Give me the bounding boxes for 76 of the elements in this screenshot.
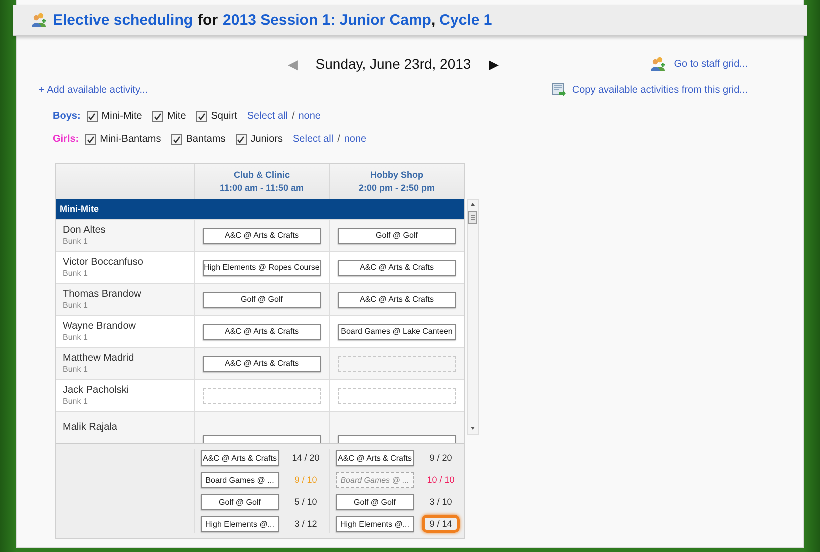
checkbox-label[interactable]: Bantams (186, 134, 226, 145)
column-time: 2:00 pm - 2:50 pm (358, 183, 436, 193)
people-icon (650, 56, 666, 72)
checkbox[interactable] (85, 134, 96, 145)
activity-chip[interactable]: Golf @ Golf (336, 494, 414, 510)
checkbox-label[interactable]: Squirt (211, 111, 238, 122)
checkbox[interactable] (236, 134, 247, 145)
activity-chip[interactable]: Golf @ Golf (201, 494, 279, 510)
date-label: Sunday, June 23rd, 2013 (316, 56, 472, 72)
activity-chip[interactable]: Golf @ Golf (338, 228, 456, 244)
activity-chip[interactable]: Golf @ Golf (203, 292, 321, 308)
camper-name: Don Altes (63, 225, 106, 236)
title-separator: , (431, 12, 436, 28)
select-none-link[interactable]: none (298, 111, 321, 122)
activity-chip[interactable]: High Elements @... (201, 516, 279, 532)
camper-name: Wayne Brandow (63, 321, 136, 332)
checkbox[interactable] (196, 111, 208, 122)
capacity-count: 10 / 10 (426, 474, 456, 487)
activity-chip[interactable]: Board Games @ Lake Canteen (338, 324, 456, 340)
group-label: Boys: (53, 111, 81, 122)
select-all-link[interactable]: Select all (247, 111, 288, 122)
bunk-label: Bunk 1 (63, 365, 88, 374)
checkbox[interactable] (152, 111, 164, 122)
bunk-label: Bunk 1 (63, 397, 88, 406)
add-activity-link[interactable]: + Add available activity... (39, 84, 148, 96)
title-text: for (198, 12, 218, 28)
activity-chip[interactable]: A&C @ Arts & Crafts (203, 324, 321, 340)
capacity-count: 14 / 20 (291, 452, 321, 465)
capacity-count: 9 / 20 (428, 452, 454, 465)
staff-grid-link[interactable]: Go to staff grid... (674, 58, 748, 70)
checkbox[interactable] (86, 111, 98, 122)
camper-name: Jack Pacholski (63, 385, 130, 396)
camper-name: Victor Boccanfuso (63, 257, 144, 268)
copy-grid-icon (552, 83, 566, 97)
slash-separator: / (292, 111, 295, 122)
bunk-label: Bunk 1 (63, 269, 88, 278)
camper-name: Malik Rajala (63, 422, 118, 433)
activity-chip[interactable]: A&C @ Arts & Crafts (201, 450, 279, 466)
checkbox-label[interactable]: Mite (167, 111, 186, 122)
next-day-button[interactable]: ▶ (489, 56, 500, 72)
activity-chip[interactable]: Board Games @ ... (201, 472, 279, 488)
activity-chip[interactable]: A&C @ Arts & Crafts (336, 450, 414, 466)
camper-name: Matthew Madrid (63, 353, 134, 364)
activity-chip[interactable]: A&C @ Arts & Crafts (338, 292, 456, 308)
activity-chip[interactable]: High Elements @ Ropes Course (203, 260, 321, 276)
checkbox-label[interactable]: Mini-Mite (102, 111, 142, 122)
session-link[interactable]: 2013 Session 1: Junior Camp (223, 12, 432, 28)
column-title: Hobby Shop (370, 170, 424, 180)
bunk-label: Bunk 1 (63, 333, 88, 342)
capacity-count: 9 / 14 (422, 515, 460, 533)
column-title: Club & Clinic (234, 170, 290, 180)
capacity-count: 3 / 12 (294, 518, 318, 531)
cycle-link[interactable]: Cycle 1 (440, 12, 492, 28)
checkbox-label[interactable]: Juniors (250, 134, 283, 145)
activity-chip[interactable]: A&C @ Arts & Crafts (203, 228, 321, 244)
slash-separator: / (338, 134, 340, 145)
activity-chip[interactable]: High Elements @... (336, 516, 414, 532)
camper-name: Thomas Brandow (63, 289, 142, 300)
select-none-link[interactable]: none (344, 134, 367, 145)
column-time: 11:00 am - 11:50 am (220, 183, 304, 193)
checkbox[interactable] (171, 134, 182, 145)
select-all-link[interactable]: Select all (292, 134, 334, 145)
bunk-label: Bunk 1 (63, 301, 88, 310)
capacity-count: 3 / 10 (428, 496, 454, 509)
copy-activities-link[interactable]: Copy available activities from this grid... (572, 84, 748, 96)
title-link[interactable]: Elective scheduling (53, 12, 194, 28)
scrollbar[interactable] (467, 199, 479, 435)
capacity-count: 9 / 10 (294, 474, 318, 487)
activity-chip[interactable]: A&C @ Arts & Crafts (203, 356, 321, 372)
group-band: Mini-Mite (56, 199, 464, 219)
bunk-label: Bunk 1 (63, 237, 88, 246)
checkbox-label[interactable]: Mini-Bantams (100, 134, 162, 145)
group-label: Girls: (53, 134, 80, 145)
people-icon (31, 12, 47, 28)
capacity-count: 5 / 10 (294, 496, 318, 509)
activity-chip[interactable]: A&C @ Arts & Crafts (338, 260, 456, 276)
